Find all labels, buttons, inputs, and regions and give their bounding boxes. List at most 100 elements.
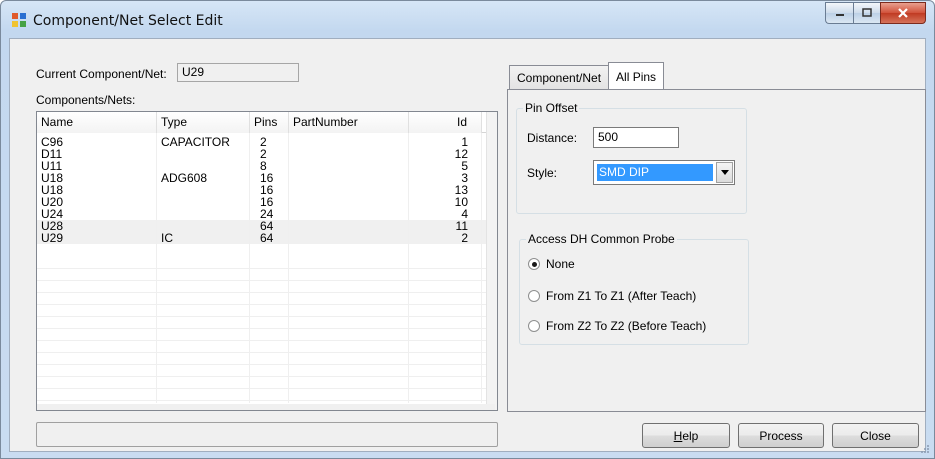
grid-line <box>37 328 495 329</box>
probe-group: Access DH Common Probe None From Z1 To Z… <box>519 232 749 345</box>
current-component-label: Current Component/Net: <box>36 67 167 81</box>
partnumber-cell <box>289 136 409 148</box>
style-select[interactable]: SMD DIP <box>593 160 735 185</box>
id-cell: 11 <box>455 220 468 232</box>
pins-cell: 64 <box>260 232 274 244</box>
name-cell: U20 <box>41 196 64 208</box>
maximize-button[interactable] <box>853 2 880 24</box>
id-cell: 13 <box>454 184 468 196</box>
type-cell <box>157 148 250 160</box>
style-dropdown-button[interactable] <box>716 162 733 183</box>
id-cell: 5 <box>461 160 468 172</box>
window-title: Component/Net Select Edit <box>33 13 223 29</box>
column-separator <box>249 133 250 403</box>
grid-line <box>37 268 495 269</box>
type-cell <box>157 196 250 208</box>
status-bar <box>36 422 498 447</box>
radio-none-label: None <box>546 257 575 271</box>
type-cell <box>157 220 250 232</box>
grid-line <box>37 340 495 341</box>
column-separator <box>408 133 409 403</box>
distance-input[interactable]: 500 <box>593 127 679 148</box>
process-button[interactable]: Process <box>738 423 824 448</box>
partnumber-cell <box>289 208 409 220</box>
minimize-button[interactable] <box>825 2 853 24</box>
table-row[interactable]: U29 IC 64 2 <box>37 232 495 244</box>
column-header-type[interactable]: Type <box>157 112 250 133</box>
pins-cell: 64 <box>260 220 274 232</box>
table-row[interactable]: C96 CAPACITOR 2 1 <box>37 136 495 148</box>
column-header-partnumber[interactable]: PartNumber <box>289 112 409 133</box>
minimize-icon <box>835 14 844 16</box>
column-header-id[interactable]: Id <box>409 112 482 133</box>
radio-z1-label: From Z1 To Z1 (After Teach) <box>546 289 697 303</box>
list-horizontal-scrollbar[interactable] <box>37 404 495 410</box>
help-mnemonic: H <box>673 428 683 443</box>
pins-cell: 16 <box>260 184 274 196</box>
radio-none[interactable]: None <box>528 257 575 271</box>
column-header-pins[interactable]: Pins <box>250 112 289 133</box>
pins-cell: 8 <box>260 160 267 172</box>
radio-z2[interactable]: From Z2 To Z2 (Before Teach) <box>528 319 706 333</box>
type-cell <box>157 160 250 172</box>
partnumber-cell <box>289 148 409 160</box>
type-cell: CAPACITOR <box>161 136 230 148</box>
table-row[interactable]: U20 16 10 <box>37 196 495 208</box>
radio-z2-indicator <box>528 320 540 332</box>
partnumber-cell <box>289 196 409 208</box>
close-window-button[interactable] <box>880 2 926 24</box>
app-icon <box>12 13 26 27</box>
list-vertical-scrollbar[interactable] <box>486 112 497 410</box>
radio-z1-indicator <box>528 290 540 302</box>
close-button[interactable]: Close <box>832 423 919 448</box>
column-separator <box>288 133 289 403</box>
pin-offset-title: Pin Offset <box>523 101 580 115</box>
chevron-down-icon <box>720 170 729 175</box>
name-cell: U18 <box>41 172 64 184</box>
style-label: Style: <box>527 166 558 180</box>
probe-group-title: Access DH Common Probe <box>526 232 677 246</box>
radio-none-indicator <box>528 258 540 270</box>
column-header-name[interactable]: Name <box>37 112 157 133</box>
grid-line <box>37 316 495 317</box>
tab-page-all-pins: Pin Offset Distance: 500 Style: SMD DIP … <box>507 89 926 412</box>
help-button[interactable]: Help <box>642 423 730 448</box>
grid-line <box>37 388 495 389</box>
components-list[interactable]: Name Type Pins PartNumber Id C96 CAPACITO… <box>36 111 498 411</box>
name-cell: U24 <box>41 208 64 220</box>
distance-value: 500 <box>598 130 619 144</box>
name-cell: U11 <box>41 160 63 172</box>
partnumber-cell <box>289 172 409 184</box>
id-cell: 3 <box>461 172 468 184</box>
table-row[interactable]: U24 24 4 <box>37 208 495 220</box>
radio-z1[interactable]: From Z1 To Z1 (After Teach) <box>528 289 696 303</box>
resize-grip-icon[interactable] <box>920 444 930 454</box>
grid-line <box>37 292 495 293</box>
title-bar[interactable]: Component/Net Select Edit <box>1 1 934 37</box>
table-row[interactable]: U28 64 11 <box>37 220 495 232</box>
table-row[interactable]: D11 2 12 <box>37 148 495 160</box>
distance-label: Distance: <box>527 131 578 145</box>
id-cell: 2 <box>461 232 468 244</box>
table-row[interactable]: U18 ADG608 16 3 <box>37 172 495 184</box>
column-separator <box>156 133 157 403</box>
current-component-value: U29 <box>182 65 205 79</box>
name-cell: U28 <box>41 220 64 232</box>
id-cell: 4 <box>461 208 468 220</box>
grid-line <box>37 280 495 281</box>
list-header: Name Type Pins PartNumber Id <box>37 112 497 133</box>
tab-all-pins[interactable]: All Pins <box>608 62 665 89</box>
pin-offset-group: Pin Offset Distance: 500 Style: SMD DIP <box>516 101 747 214</box>
tab-component-net[interactable]: Component/Net <box>509 65 610 89</box>
pins-cell: 2 <box>260 148 267 160</box>
help-button-label: elp <box>682 428 699 443</box>
style-select-value: SMD DIP <box>597 164 713 181</box>
grid-line <box>37 304 495 305</box>
name-cell: C96 <box>41 136 64 148</box>
pins-cell: 16 <box>260 172 274 184</box>
id-cell: 1 <box>461 136 468 148</box>
column-separator <box>481 133 482 403</box>
table-row[interactable]: U18 16 13 <box>37 184 495 196</box>
partnumber-cell <box>289 160 409 172</box>
table-row[interactable]: U11 8 5 <box>37 160 495 172</box>
